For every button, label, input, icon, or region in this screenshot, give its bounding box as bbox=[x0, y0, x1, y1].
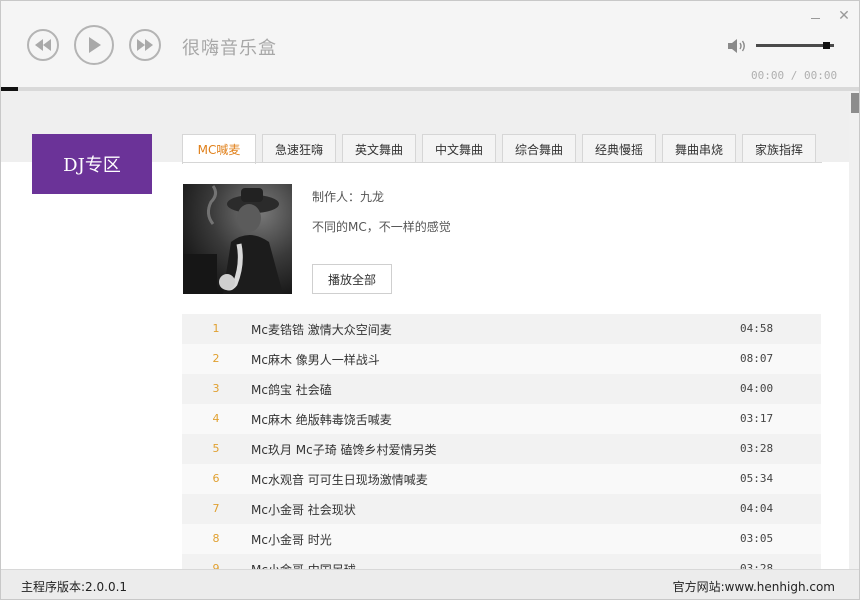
scrollbar-thumb[interactable] bbox=[851, 93, 859, 113]
play-button[interactable] bbox=[74, 25, 114, 65]
track-title: Mc小金哥 时光 bbox=[251, 533, 332, 547]
track-list: 1 Mc麦锆锆 激情大众空间麦 04:58 2 Mc麻木 像男人一样战斗 08:07 3 Mc… bbox=[182, 314, 821, 569]
close-icon: ✕ bbox=[838, 8, 850, 24]
volume-slider[interactable] bbox=[756, 42, 834, 49]
tab-4[interactable]: 中文舞曲 bbox=[422, 134, 496, 163]
track-number: 5 bbox=[212, 442, 220, 455]
status-bar: 主程序版本:2.0.0.1 官方网站:www.henhigh.com bbox=[1, 569, 859, 599]
tab-7[interactable]: 舞曲串烧 bbox=[662, 134, 736, 163]
play-icon bbox=[89, 37, 101, 53]
player-bar: 很嗨音乐盒 ✕ 00:00 / 00:00 bbox=[1, 1, 859, 89]
speaker-icon[interactable] bbox=[727, 38, 747, 54]
track-title: Mc鸽宝 社会磕 bbox=[251, 383, 332, 397]
play-all-button[interactable]: 播放全部 bbox=[312, 264, 392, 294]
rewind-icon bbox=[35, 39, 51, 51]
track-duration: 05:34 bbox=[740, 472, 774, 485]
track-title: Mc麦锆锆 激情大众空间麦 bbox=[251, 323, 392, 337]
tab-6[interactable]: 经典慢摇 bbox=[582, 134, 656, 163]
tab-3[interactable]: 英文舞曲 bbox=[342, 134, 416, 163]
track-duration: 04:58 bbox=[740, 322, 774, 335]
tab-5[interactable]: 综合舞曲 bbox=[502, 134, 576, 163]
track-title: Mc麻木 绝版韩毒饶舌喊麦 bbox=[251, 413, 392, 427]
category-tabs: MC喊麦 急速狂嗨 英文舞曲 中文舞曲 综合舞曲 经典慢摇 舞曲串烧 家族指挥 bbox=[182, 134, 822, 164]
track-row[interactable]: 2 Mc麻木 像男人一样战斗 08:07 bbox=[182, 344, 821, 374]
track-number: 4 bbox=[212, 412, 220, 425]
time-display: 00:00 / 00:00 bbox=[751, 69, 838, 82]
app-window: 很嗨音乐盒 ✕ 00:00 / 00:00 DJ专区 MC喊麦 急速狂嗨 英文舞曲中… bbox=[0, 0, 860, 600]
website-link[interactable]: 官方网站:www.henhigh.com bbox=[673, 578, 835, 595]
app-title: 很嗨音乐盒 bbox=[182, 38, 277, 59]
track-title: Mc麻木 像男人一样战斗 bbox=[251, 353, 380, 367]
track-row[interactable]: 1 Mc麦锆锆 激情大众空间麦 04:58 bbox=[182, 314, 821, 344]
track-row[interactable]: 4 Mc麻木 绝版韩毒饶舌喊麦 03:17 bbox=[182, 404, 821, 434]
tab-8[interactable]: 家族指挥 bbox=[742, 134, 816, 163]
album-description: 不同的MC，不一样的感觉 bbox=[312, 220, 451, 234]
track-number: 7 bbox=[212, 502, 220, 515]
previous-button[interactable] bbox=[27, 29, 59, 61]
track-number: 6 bbox=[212, 472, 220, 485]
track-number: 2 bbox=[212, 352, 220, 365]
tab-divider bbox=[182, 162, 822, 163]
close-button[interactable]: ✕ bbox=[836, 7, 852, 25]
track-duration: 03:05 bbox=[740, 532, 774, 545]
track-number: 8 bbox=[212, 532, 220, 545]
track-row[interactable]: 7 Mc小金哥 社会现状 04:04 bbox=[182, 494, 821, 524]
tab-2[interactable]: 急速狂嗨 bbox=[262, 134, 336, 163]
dj-zone-label[interactable]: DJ专区 bbox=[32, 134, 152, 194]
album-cover bbox=[183, 184, 292, 294]
track-duration: 08:07 bbox=[740, 352, 774, 365]
track-row[interactable]: 3 Mc鸽宝 社会磕 04:00 bbox=[182, 374, 821, 404]
album-producer: 制作人：九龙 bbox=[312, 190, 385, 204]
track-title: Mc水观音 可可生日现场激情喊麦 bbox=[251, 473, 428, 487]
track-duration: 04:04 bbox=[740, 502, 774, 515]
version-label: 主程序版本:2.0.0.1 bbox=[21, 580, 128, 594]
track-row[interactable]: 6 Mc水观音 可可生日现场激情喊麦 05:34 bbox=[182, 464, 821, 494]
scrollbar[interactable] bbox=[849, 91, 859, 569]
track-duration: 03:28 bbox=[740, 562, 774, 569]
fast-forward-icon bbox=[137, 39, 153, 51]
track-row[interactable]: 5 Mc玖月 Mc子琦 磕馋乡村爱情另类 03:28 bbox=[182, 434, 821, 464]
volume-handle[interactable] bbox=[823, 42, 830, 49]
track-duration: 03:17 bbox=[740, 412, 774, 425]
track-title: Mc玖月 Mc子琦 磕馋乡村爱情另类 bbox=[251, 443, 437, 457]
track-title: Mc小金哥 社会现状 bbox=[251, 503, 356, 517]
minimize-button[interactable] bbox=[809, 8, 823, 24]
track-number: 3 bbox=[212, 382, 220, 395]
track-row[interactable]: 8 Mc小金哥 时光 03:05 bbox=[182, 524, 821, 554]
track-number: 9 bbox=[212, 562, 220, 569]
track-row[interactable]: 9 Mc小金哥 中国足球 03:28 bbox=[182, 554, 821, 569]
cover-image bbox=[183, 184, 292, 294]
track-title: Mc小金哥 中国足球 bbox=[251, 561, 356, 569]
track-number: 1 bbox=[212, 322, 220, 335]
next-button[interactable] bbox=[129, 29, 161, 61]
track-duration: 03:28 bbox=[740, 442, 774, 455]
tab-1[interactable]: MC喊麦 bbox=[182, 134, 256, 164]
track-duration: 04:00 bbox=[740, 382, 774, 395]
